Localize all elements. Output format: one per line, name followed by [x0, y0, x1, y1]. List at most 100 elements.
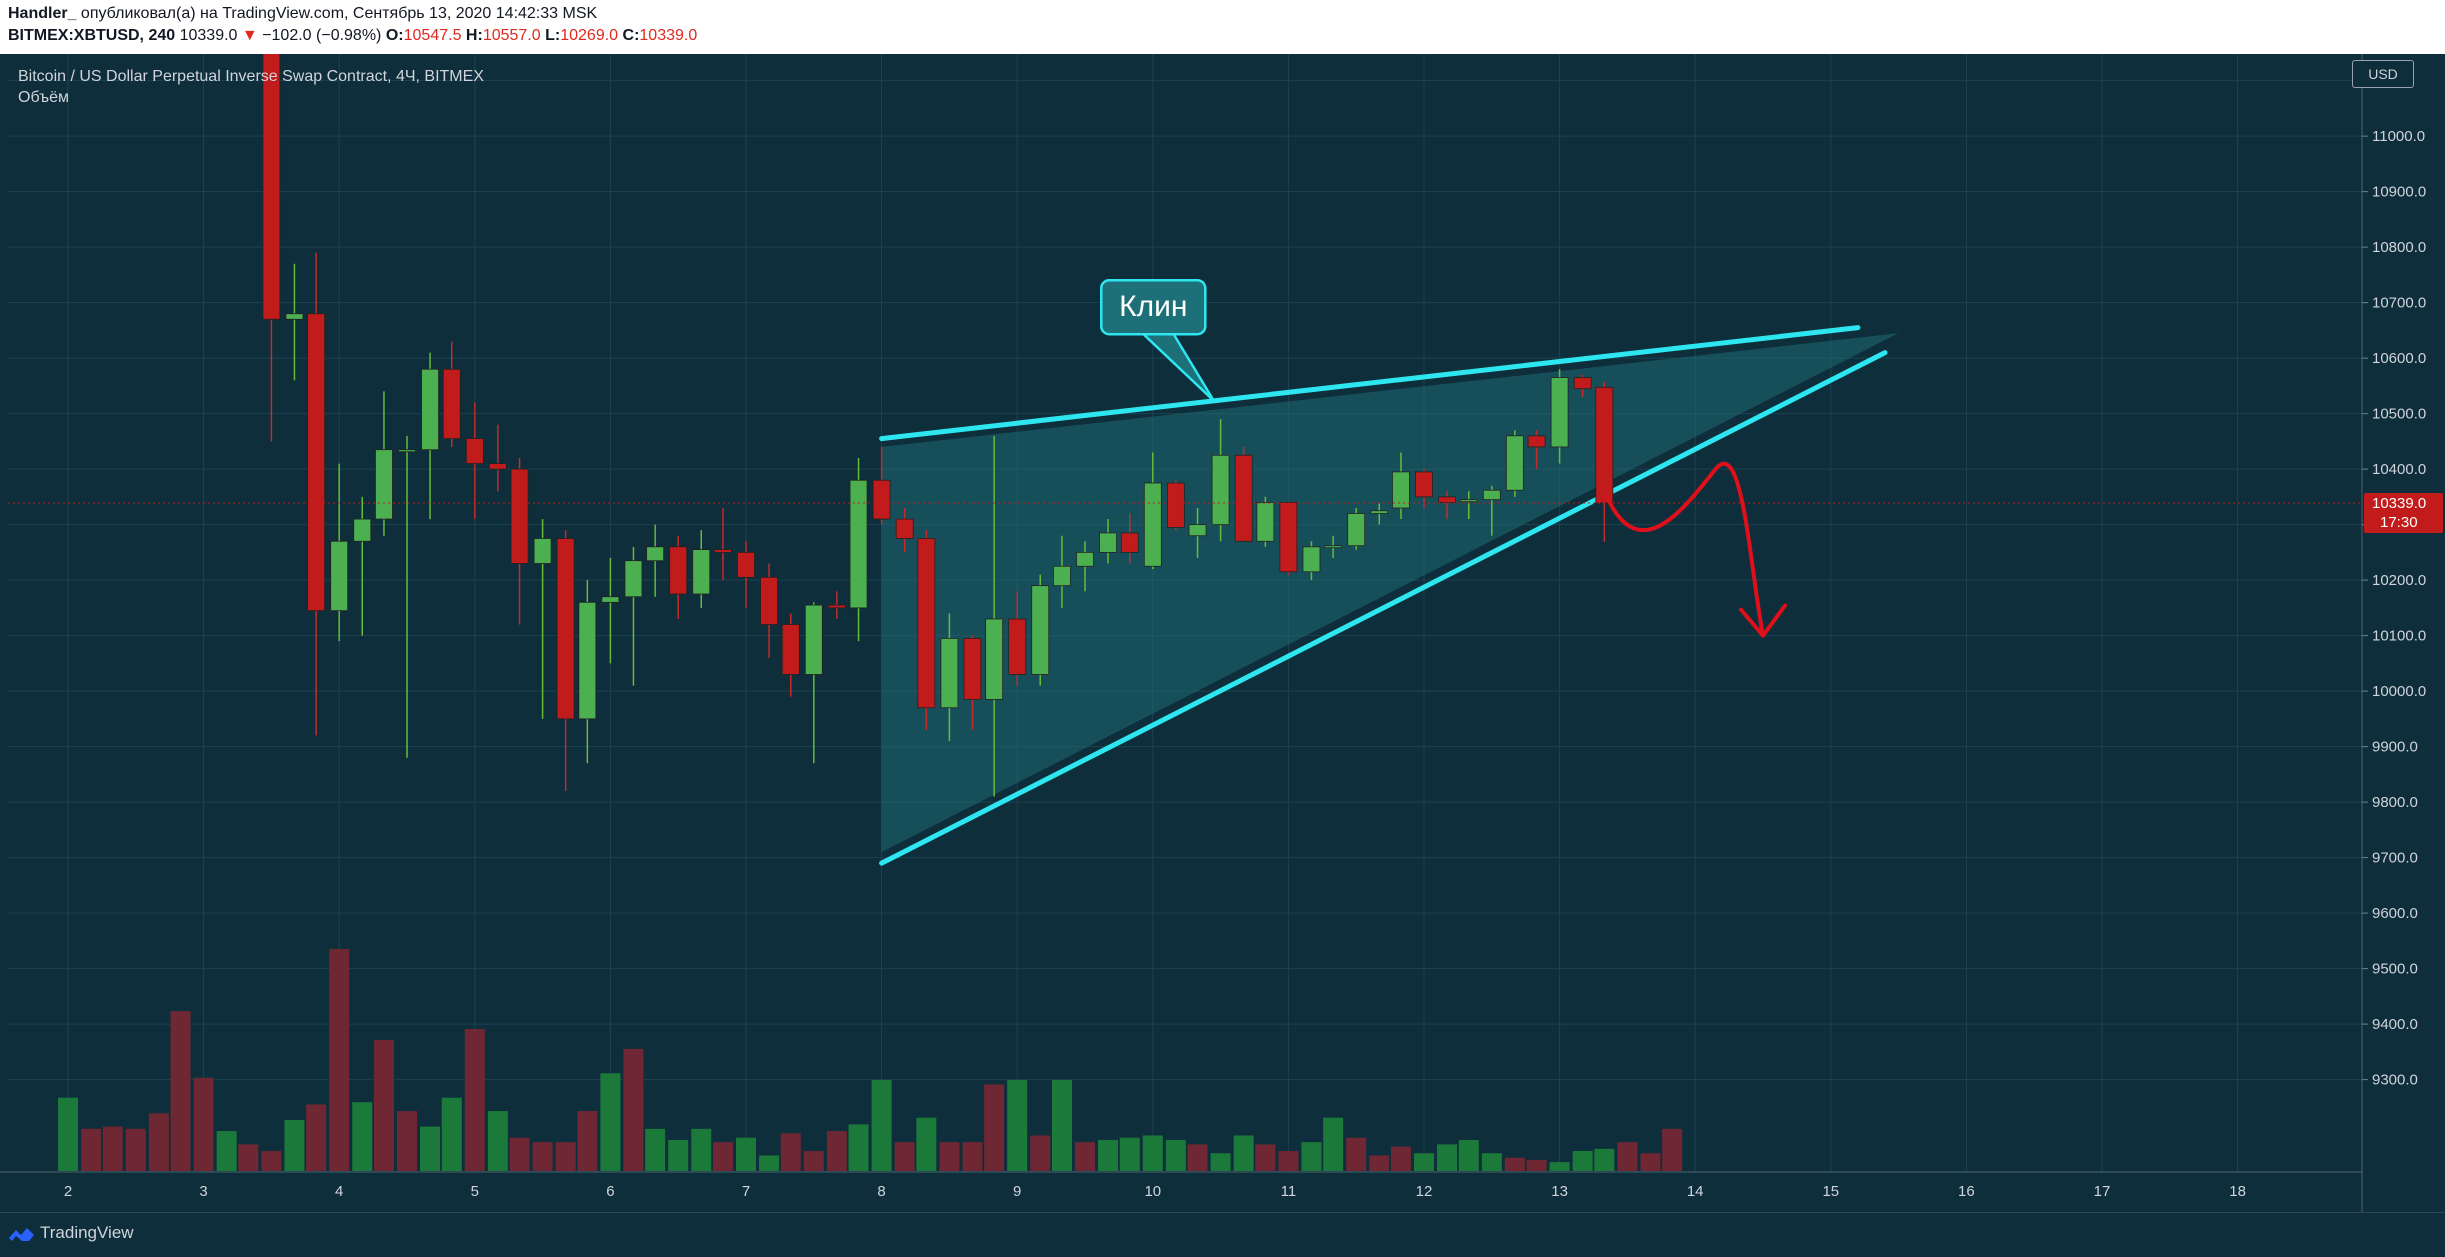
candle-body	[872, 479, 891, 520]
price-tick-label: 9300.0	[2372, 1072, 2418, 1089]
currency-button[interactable]: USD	[2352, 60, 2414, 88]
price-tick-label: 9800.0	[2372, 794, 2418, 811]
candle-body	[804, 604, 823, 675]
time-tick-label: 5	[471, 1183, 479, 1200]
volume-bar	[1617, 1142, 1638, 1171]
volume-bar	[284, 1119, 305, 1171]
volume-bar	[1526, 1159, 1547, 1171]
candle-body	[1527, 435, 1546, 448]
volume-bar	[464, 1028, 485, 1171]
candle-body	[1459, 499, 1478, 503]
volume-bar	[1051, 1079, 1072, 1171]
candle-body	[353, 518, 372, 542]
volume-bar	[373, 1040, 394, 1171]
volume-bar	[1640, 1153, 1661, 1171]
tradingview-logo-icon	[9, 1228, 34, 1241]
last-price-value: 10339.0	[2372, 495, 2426, 512]
volume-bar	[1504, 1157, 1525, 1171]
volume-bar	[1210, 1153, 1231, 1171]
candle-body	[330, 540, 349, 612]
volume-bar	[645, 1128, 666, 1171]
price-tick-label: 10100.0	[2372, 628, 2426, 645]
volume-bar	[306, 1104, 327, 1171]
volume-bar	[216, 1131, 237, 1171]
candle-body	[940, 637, 959, 709]
volume-bar	[1007, 1079, 1028, 1171]
high-value: 10557.0	[482, 27, 541, 44]
publish-info: Handler_ опубликовал(а) на TradingView.c…	[8, 5, 597, 23]
candle-body	[1505, 435, 1524, 491]
volume-bar	[780, 1133, 801, 1171]
time-tick-label: 17	[2094, 1183, 2111, 1200]
candle-body	[465, 438, 484, 464]
candle-body	[488, 463, 507, 470]
volume-bar	[1346, 1137, 1367, 1171]
candle-body	[827, 604, 846, 609]
volume-bar	[125, 1128, 146, 1171]
candle-body	[556, 538, 575, 720]
candle-body	[624, 560, 643, 598]
publish-header: Handler_ опубликовал(а) на TradingView.c…	[0, 0, 2445, 54]
candle-body	[849, 479, 868, 609]
candle-body	[442, 368, 461, 440]
time-tick-label: 12	[1416, 1183, 1433, 1200]
chart-area[interactable]: Клин 111000.010900.010800.010700.010600.…	[0, 54, 2445, 1212]
volume-bar	[532, 1142, 553, 1171]
price-chart[interactable]: Клин 111000.010900.010800.010700.010600.…	[0, 54, 2445, 1212]
volume-bar	[1458, 1139, 1479, 1171]
candle-body	[1415, 471, 1433, 498]
candle-body	[1008, 618, 1027, 675]
candle-body	[669, 546, 688, 595]
price-tick-label: 9400.0	[2372, 1016, 2418, 1033]
time-tick-label: 16	[1958, 1183, 1975, 1200]
candle-body	[1031, 585, 1050, 675]
candle-body	[646, 546, 665, 562]
brand-name[interactable]: TradingView	[40, 1223, 134, 1243]
volume-bar	[441, 1097, 462, 1171]
price-tick-label: 10800.0	[2372, 239, 2426, 256]
candle-body	[1166, 482, 1185, 528]
time-tick-label: 2	[64, 1183, 72, 1200]
candle-body	[375, 449, 393, 520]
candle-body	[285, 313, 304, 320]
time-tick-label: 13	[1551, 1183, 1568, 1200]
volume-bar	[1414, 1153, 1434, 1171]
time-tick-label: 11	[1281, 1183, 1297, 1200]
candle-body	[1550, 377, 1569, 448]
time-tick-label: 4	[335, 1183, 343, 1200]
volume-bar	[1662, 1128, 1683, 1171]
volume-legend: Объём	[18, 89, 69, 106]
volume-bar	[600, 1073, 621, 1171]
candle-body	[1143, 482, 1162, 567]
candle-body	[307, 313, 326, 612]
volume-bar	[1233, 1135, 1254, 1171]
high-label: H:	[465, 27, 483, 44]
candle-body	[737, 551, 755, 578]
author-name[interactable]: Handler_	[8, 5, 76, 22]
volume-bar	[193, 1077, 214, 1171]
change-arrow-icon: ▼	[241, 27, 258, 44]
candle-body	[917, 538, 936, 709]
time-tick-label: 3	[199, 1183, 207, 1200]
callout-label: Клин	[1119, 290, 1187, 323]
volume-bar	[939, 1142, 960, 1171]
candle-body	[1347, 513, 1366, 547]
price-tick-label: 9700.0	[2372, 850, 2418, 867]
volume-bar	[487, 1111, 508, 1171]
candle-body	[421, 368, 439, 451]
volume-bar	[509, 1137, 530, 1171]
volume-bar	[1278, 1151, 1299, 1171]
volume-bar	[238, 1144, 259, 1171]
price-tick-label: 10700.0	[2372, 295, 2426, 312]
volume-bar	[555, 1142, 576, 1171]
candle-body	[985, 618, 1004, 700]
candle-body	[1595, 386, 1614, 504]
open-value: 10547.5	[403, 27, 462, 44]
price-tick-label: 10200.0	[2372, 572, 2426, 589]
candle-body	[1256, 502, 1275, 542]
volume-bar	[1142, 1135, 1163, 1171]
candle-body	[533, 538, 552, 564]
candle-body	[1053, 565, 1071, 587]
time-tick-label: 9	[1013, 1183, 1021, 1200]
volume-bar	[81, 1128, 102, 1171]
